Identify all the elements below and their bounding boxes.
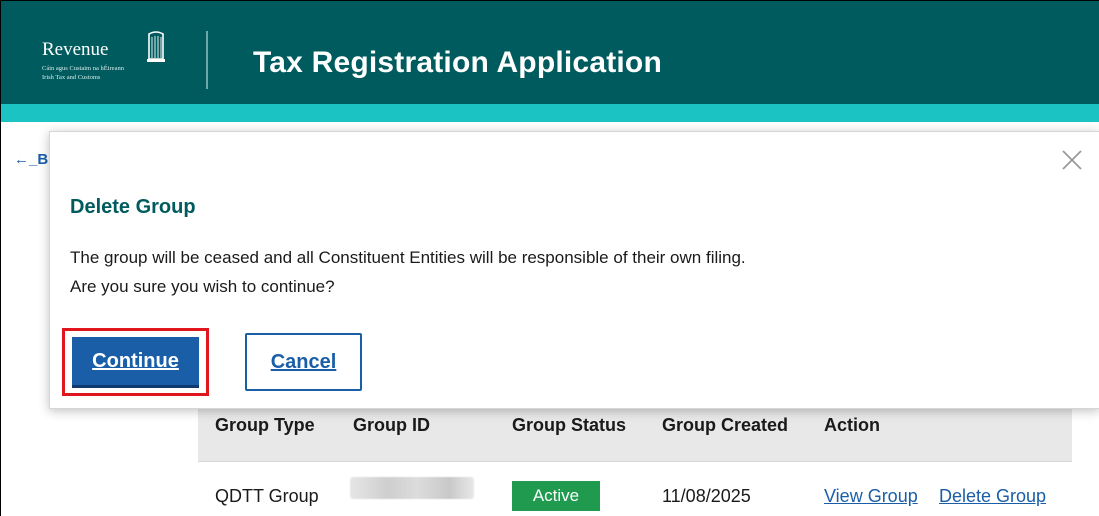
column-header-group-created: Group Created [662,415,789,435]
column-header-group-type: Group Type [215,415,315,435]
continue-button-highlight: Continue [62,328,209,396]
column-header-group-status: Group Status [512,415,627,435]
logo-subtitle-english: Irish Tax and Customs [42,74,101,81]
cell-group-id-redacted [350,477,474,499]
revenue-logo[interactable]: Revenue Cáin agus Custaim na hÉireann Ir… [42,31,172,89]
site-header: Revenue Cáin agus Custaim na hÉireann Ir… [1,1,1099,104]
app-title: Tax Registration Application [253,46,662,79]
header-accent-strip [1,104,1099,122]
continue-button[interactable]: Continue [72,337,199,388]
modal-title: Delete Group [70,196,196,218]
delete-group-modal: Delete Group The group will be ceased an… [49,131,1099,409]
harp-icon [147,31,165,62]
modal-message-line2: Are you sure you wish to continue? [70,277,335,296]
back-link[interactable]: ←_B [14,151,48,168]
column-header-group-id: Group ID [353,415,430,435]
close-icon[interactable] [1061,149,1083,171]
logo-wordmark: Revenue [42,39,109,60]
table-row: QDTT Group Active 11/08/2025 View Group … [198,461,1072,516]
column-header-action: Action [824,415,880,435]
modal-message-line1: The group will be ceased and all Constit… [70,248,746,267]
view-group-link[interactable]: View Group [824,486,918,507]
app-window: Revenue Cáin agus Custaim na hÉireann Ir… [0,0,1099,516]
cancel-button[interactable]: Cancel [245,333,362,391]
delete-group-link[interactable]: Delete Group [939,486,1046,507]
cell-group-type: QDTT Group [215,486,319,506]
status-badge: Active [512,481,600,511]
logo-subtitle-irish: Cáin agus Custaim na hÉireann [42,65,124,72]
header-divider [206,31,208,89]
groups-table: Group Type Group ID Group Status Group C… [198,399,1072,516]
cell-group-created: 11/08/2025 [662,486,751,506]
